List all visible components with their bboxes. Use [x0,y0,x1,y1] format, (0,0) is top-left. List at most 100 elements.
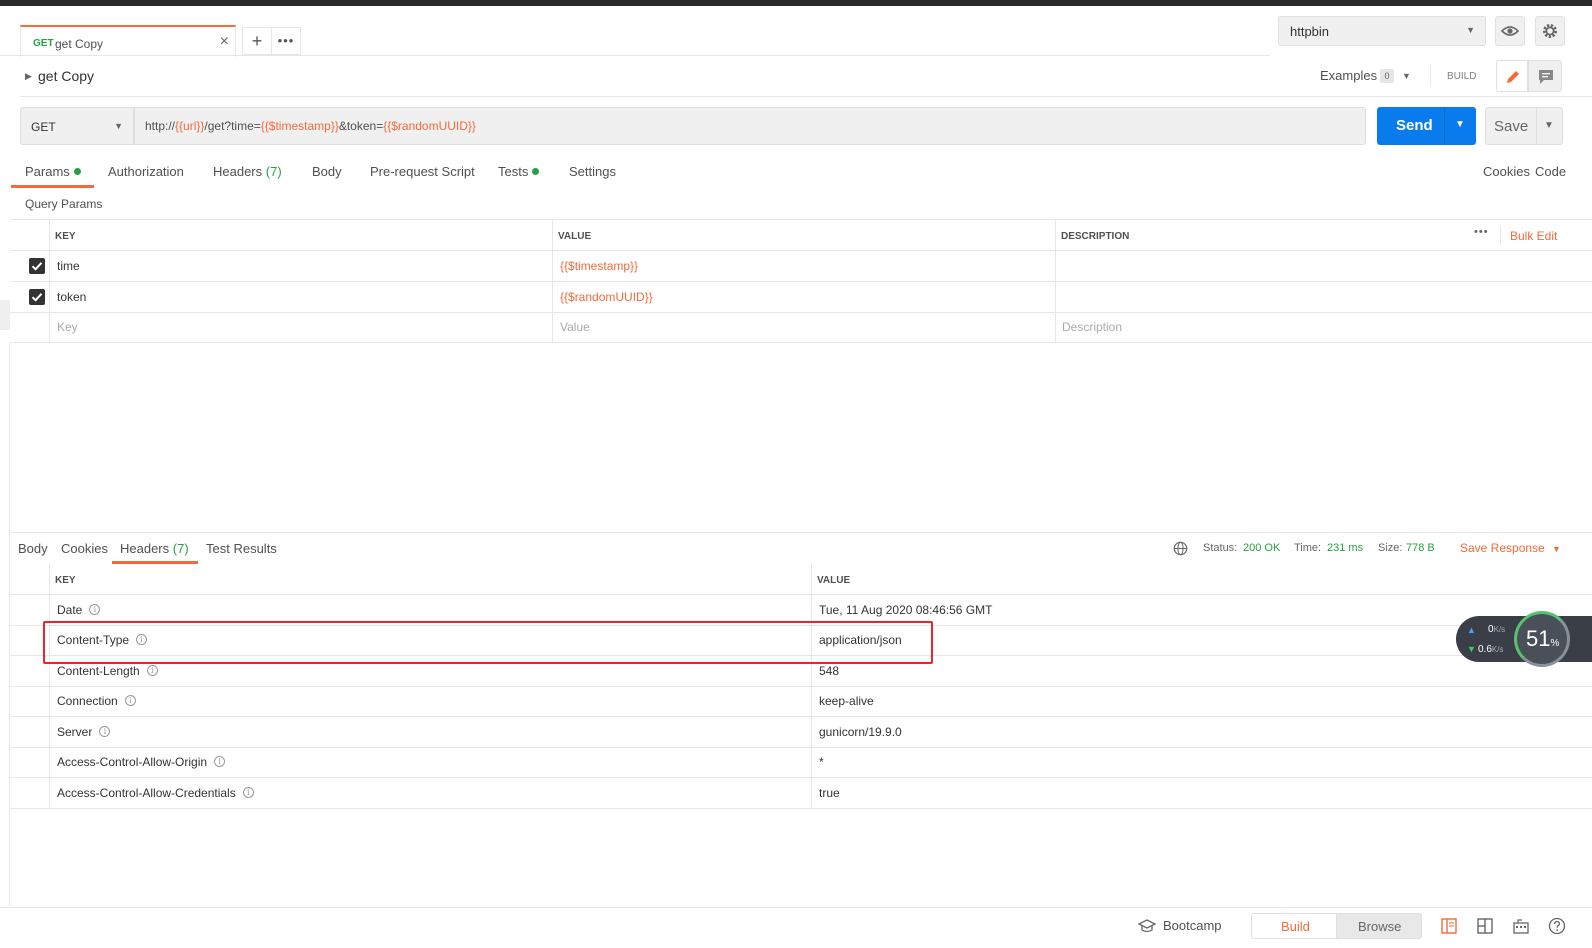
status-value[interactable]: 200 OK [1243,542,1280,554]
url-segment: /get?time= [204,119,261,133]
info-icon[interactable]: i [124,695,136,707]
network-speed-widget[interactable]: ▲ 0K/s ▼ 0.6K/s 51% [1456,611,1592,667]
tab-options-button[interactable]: ••• [271,27,301,55]
save-response-button[interactable]: Save Response [1460,541,1545,555]
examples-dropdown[interactable]: Examples [1320,68,1377,83]
download-speed-value: 0.6 [1478,644,1492,655]
help-icon[interactable] [1548,917,1566,935]
param-value[interactable]: {{$randomUUID}} [560,290,653,304]
param-value[interactable]: {{$timestamp}} [560,259,638,273]
info-icon[interactable]: i [146,665,158,677]
comments-button[interactable] [1528,60,1562,92]
params-header-description: DESCRIPTION [1061,231,1130,242]
browse-toggle-label: Browse [1358,919,1402,934]
row-divider [10,747,1592,748]
examples-chevron-down-icon[interactable]: ▼ [1402,71,1411,81]
info-icon[interactable]: i [89,604,101,616]
close-tab-icon[interactable]: × [220,33,229,51]
tab-headers[interactable]: Headers (7) [213,164,282,179]
checkmark-icon [31,262,43,271]
time-value[interactable]: 231 ms [1327,542,1363,554]
cookies-link[interactable]: Cookies [1483,164,1530,179]
url-variable: {{url}} [175,119,205,133]
environment-quick-look-button[interactable] [1495,16,1525,46]
bulk-edit-link[interactable]: Bulk Edit [1510,229,1557,243]
environment-selected-value: httpbin [1290,24,1330,39]
download-arrow-icon: ▼ [1467,644,1476,654]
chevron-down-icon: ▼ [114,121,123,131]
param-key[interactable]: time [57,259,80,273]
browse-pane-icon[interactable] [1477,918,1493,934]
cpu-percent: 51% [1526,626,1559,652]
row-divider [10,686,1592,687]
new-param-description-input[interactable]: Description [1062,320,1122,334]
tab-settings[interactable]: Settings [569,164,616,179]
header-key-text: Access-Control-Allow-Origin [57,755,208,769]
expand-caret-icon[interactable]: ▶ [25,71,32,82]
save-button[interactable]: Save ▼ [1485,107,1563,145]
params-header-value: VALUE [558,231,592,242]
response-header-value: gunicorn/19.9.0 [819,725,902,739]
new-param-value-input[interactable]: Value [560,320,590,334]
tab-authorization[interactable]: Authorization [108,164,184,179]
send-options-chevron-icon[interactable]: ▼ [1455,119,1465,130]
tab-tests[interactable]: Tests [498,164,540,179]
save-response-chevron-icon[interactable]: ▼ [1552,544,1561,554]
request-response-divider[interactable] [10,532,1592,533]
response-header-key: Date i [57,603,101,617]
tab-prerequest-script[interactable]: Pre-request Script [370,164,475,179]
response-tab-headers[interactable]: Headers (7) [120,541,189,556]
build-mode-button[interactable] [1496,60,1528,92]
response-header-key: Access-Control-Allow-Origin i [57,755,226,769]
status-label: Status: [1203,542,1238,554]
info-icon[interactable]: i [214,756,226,768]
sidebar-gutter [0,300,10,330]
tests-active-dot [532,168,540,176]
environment-select[interactable]: httpbin ▼ [1278,16,1486,46]
two-pane-view-icon[interactable] [1441,918,1457,934]
environment-settings-button[interactable] [1535,16,1565,46]
params-more-icon[interactable]: ••• [1474,226,1489,238]
plus-icon: + [251,31,263,51]
bootcamp-link[interactable]: Bootcamp [1163,918,1222,933]
response-header-value: Tue, 11 Aug 2020 08:46:56 GMT [819,603,993,617]
tab-params[interactable]: Params [25,164,81,179]
keyboard-shortcuts-icon[interactable] [1513,918,1529,934]
info-icon[interactable]: i [242,787,254,799]
row-divider [10,594,1592,595]
new-tab-button[interactable]: + [242,27,272,55]
header-divider [1430,64,1431,86]
request-tab-get-copy[interactable]: GET get Copy × [20,25,236,57]
info-icon[interactable]: i [99,726,111,738]
http-method-select[interactable]: GET ▼ [20,107,134,145]
send-button-label: Send [1396,117,1433,134]
highlight-annotation-box [43,621,933,664]
param-key[interactable]: token [57,290,86,304]
new-param-key-input[interactable]: Key [57,320,78,334]
browse-mode-toggle[interactable]: Browse [1336,913,1422,939]
request-name[interactable]: get Copy [38,68,94,84]
cpu-percent-sign: % [1550,638,1560,649]
query-params-title: Query Params [25,197,103,211]
examples-count-badge: 0 [1380,69,1394,83]
code-link[interactable]: Code [1535,164,1566,179]
globe-icon[interactable] [1173,541,1188,556]
param-enabled-checkbox[interactable] [29,289,45,305]
upload-speed: 0K/s [1488,624,1505,635]
col-divider [552,220,553,343]
response-header-key: Connection i [57,694,136,708]
tab-body[interactable]: Body [312,164,342,179]
url-input[interactable]: http://{{url}}/get?time={{$timestamp}}&t… [134,107,1366,145]
response-tab-body[interactable]: Body [18,541,48,556]
cpu-percent-value: 51 [1526,626,1551,651]
size-value[interactable]: 778 B [1406,542,1435,554]
response-tab-cookies[interactable]: Cookies [61,541,108,556]
response-tab-test-results[interactable]: Test Results [206,541,277,556]
header-key-text: Connection [57,694,118,708]
send-button[interactable]: Send ▼ [1377,107,1476,145]
save-options-chevron-icon[interactable]: ▼ [1544,120,1554,131]
param-enabled-checkbox[interactable] [29,258,45,274]
comment-icon [1539,70,1553,84]
build-mode-toggle[interactable]: Build [1251,913,1337,939]
download-speed-unit: K/s [1491,645,1504,654]
